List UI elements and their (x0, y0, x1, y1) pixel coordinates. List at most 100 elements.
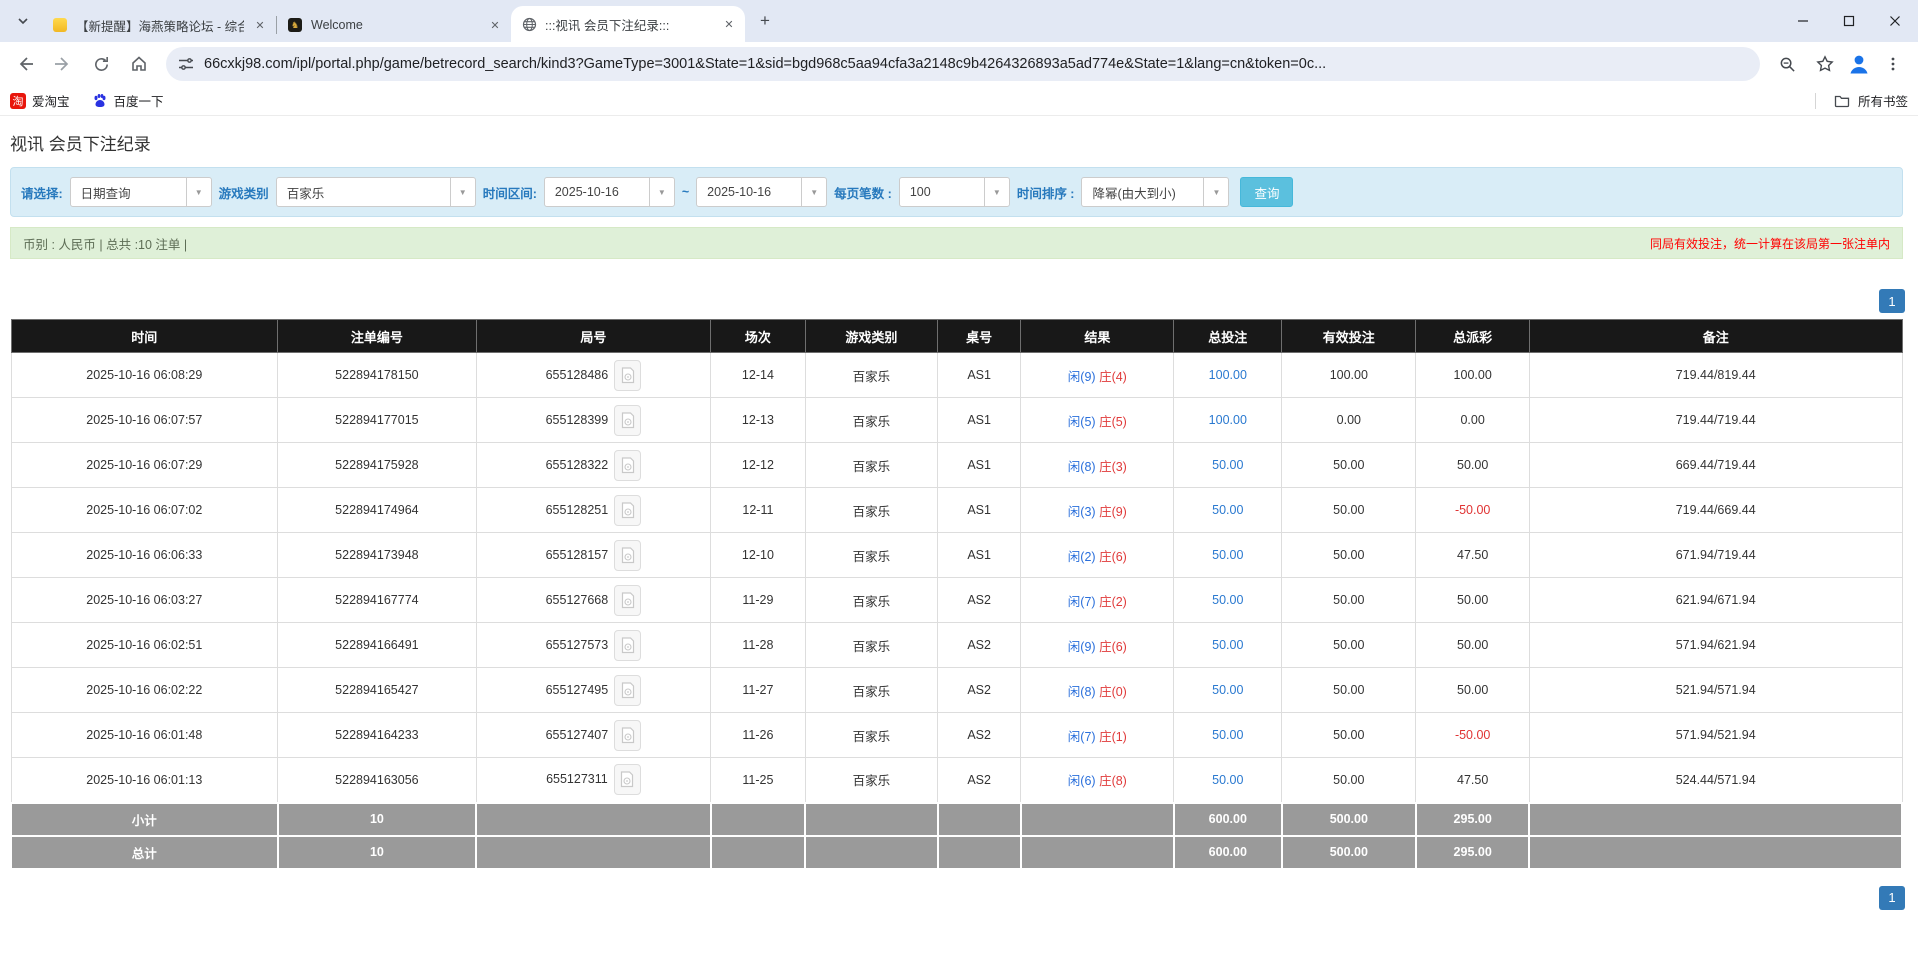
table-row: 2025-10-16 06:06:33522894173948655128157… (11, 533, 1902, 578)
tab-welcome[interactable]: ♞ Welcome ✕ (277, 8, 511, 42)
back-icon (16, 55, 34, 73)
url-bar[interactable]: 66cxkj98.com/ipl/portal.php/game/betreco… (166, 47, 1760, 81)
total-bet-link[interactable]: 50.00 (1212, 683, 1243, 697)
page-number-button[interactable]: 1 (1879, 886, 1905, 910)
minimize-button[interactable] (1780, 0, 1826, 42)
cell-remark: 671.94/719.44 (1529, 533, 1902, 578)
close-icon[interactable]: ✕ (487, 17, 503, 33)
page-content: 视讯 会员下注纪录 请选择: 日期查询 ▼ 游戏类别 百家乐 ▼ 时间区间: 2… (0, 130, 1918, 910)
bookmark-aitaobao[interactable]: 淘 爱淘宝 (10, 91, 70, 110)
cell-round-no: 655128486 (476, 353, 710, 398)
video-replay-button[interactable] (614, 585, 641, 616)
cell-total-bet: 50.00 (1174, 713, 1282, 758)
close-icon[interactable]: ✕ (721, 16, 737, 32)
home-button[interactable] (122, 47, 156, 81)
forward-button[interactable] (46, 47, 80, 81)
cell-game-category: 百家乐 (805, 713, 937, 758)
cell-round-no: 655128251 (476, 488, 710, 533)
divider (1815, 93, 1816, 109)
result-player: 闲(7) (1068, 730, 1096, 744)
page-size-select[interactable]: 100 ▼ (899, 177, 1010, 207)
video-replay-button[interactable] (614, 540, 641, 571)
tab-bet-record[interactable]: :::视讯 会员下注纪录::: ✕ (511, 6, 745, 42)
cell-bet-no: 522894173948 (278, 533, 477, 578)
total-bet-link[interactable]: 100.00 (1209, 368, 1247, 382)
grand-total-payout: 295.00 (1416, 836, 1529, 869)
total-bet-link[interactable]: 50.00 (1212, 548, 1243, 562)
cell-bet-no: 522894174964 (278, 488, 477, 533)
cell-bet-no: 522894178150 (278, 353, 477, 398)
tab-search-button[interactable] (8, 6, 38, 36)
total-bet-link[interactable]: 50.00 (1212, 593, 1243, 607)
maximize-button[interactable] (1826, 0, 1872, 42)
close-window-button[interactable] (1872, 0, 1918, 42)
video-replay-button[interactable] (614, 675, 641, 706)
game-category-select[interactable]: 百家乐 ▼ (276, 177, 476, 207)
cell-remark: 719.44/819.44 (1529, 353, 1902, 398)
video-replay-button[interactable] (614, 495, 641, 526)
cell-table-no: AS1 (938, 398, 1021, 443)
mail-yellow-icon (52, 17, 68, 33)
header-bet-no: 注单编号 (278, 320, 477, 353)
table-row: 2025-10-16 06:07:02522894174964655128251… (11, 488, 1902, 533)
result-banker: 庄(2) (1099, 595, 1127, 609)
tab-forum[interactable]: 【新提醒】海燕策略论坛 - 综合 ✕ (42, 8, 276, 42)
total-bet-link[interactable]: 50.00 (1212, 728, 1243, 742)
cell-round-no: 655127311 (476, 758, 710, 803)
video-replay-button[interactable] (614, 450, 641, 481)
page-number-button[interactable]: 1 (1879, 289, 1905, 313)
all-bookmarks[interactable]: 所有书签 (1815, 91, 1908, 110)
result-banker: 庄(9) (1099, 505, 1127, 519)
total-bet-link[interactable]: 100.00 (1209, 413, 1247, 427)
close-icon[interactable]: ✕ (252, 17, 268, 33)
total-bet-link[interactable]: 50.00 (1212, 638, 1243, 652)
video-replay-button[interactable] (614, 405, 641, 436)
cell-valid-bet: 0.00 (1282, 398, 1416, 443)
total-bet-link[interactable]: 50.00 (1212, 503, 1243, 517)
cell-round-no: 655128157 (476, 533, 710, 578)
cell-time: 2025-10-16 06:07:29 (11, 443, 278, 488)
time-sort-select[interactable]: 降幂(由大到小) ▼ (1081, 177, 1229, 207)
video-icon (621, 637, 635, 654)
menu-button[interactable] (1876, 47, 1910, 81)
date-to-select[interactable]: 2025-10-16 ▼ (696, 177, 827, 207)
cell-time: 2025-10-16 06:02:22 (11, 668, 278, 713)
cell-table-no: AS1 (938, 443, 1021, 488)
grand-total-row: 总计 10 600.00 500.00 295.00 (11, 836, 1902, 869)
date-from-select[interactable]: 2025-10-16 ▼ (544, 177, 675, 207)
window-controls (1780, 0, 1918, 42)
cell-result: 闲(9) 庄(4) (1021, 353, 1174, 398)
query-type-select[interactable]: 日期查询 ▼ (70, 177, 212, 207)
pagination-top: 1 (10, 289, 1905, 313)
valid-bet-note: 同局有效投注，统一计算在该局第一张注单内 (1650, 235, 1890, 252)
new-tab-button[interactable]: + (751, 7, 779, 35)
browser-toolbar: 66cxkj98.com/ipl/portal.php/game/betreco… (0, 42, 1918, 86)
total-bet-link[interactable]: 50.00 (1212, 773, 1243, 787)
bookmark-star-button[interactable] (1808, 47, 1842, 81)
total-bet-link[interactable]: 50.00 (1212, 458, 1243, 472)
profile-avatar[interactable] (1846, 51, 1872, 77)
cell-time: 2025-10-16 06:07:57 (11, 398, 278, 443)
table-row: 2025-10-16 06:02:22522894165427655127495… (11, 668, 1902, 713)
zoom-button[interactable] (1770, 47, 1804, 81)
chevron-down-icon: ▼ (1203, 178, 1228, 206)
video-replay-button[interactable] (614, 360, 641, 391)
video-replay-button[interactable] (614, 630, 641, 661)
dark-app-icon: ♞ (287, 17, 303, 33)
subtotal-payout: 295.00 (1416, 803, 1529, 836)
cell-time: 2025-10-16 06:03:27 (11, 578, 278, 623)
grand-total-label: 总计 (11, 836, 278, 869)
maximize-icon (1843, 15, 1855, 27)
video-icon (621, 727, 635, 744)
video-replay-button[interactable] (614, 720, 641, 751)
video-icon (620, 771, 634, 788)
cell-total-bet: 50.00 (1174, 623, 1282, 668)
search-button[interactable]: 查询 (1240, 177, 1293, 207)
cell-bet-no: 522894163056 (278, 758, 477, 803)
reload-button[interactable] (84, 47, 118, 81)
video-replay-button[interactable] (614, 764, 641, 795)
bookmark-baidu[interactable]: 百度一下 (92, 91, 164, 110)
result-banker: 庄(8) (1099, 774, 1127, 788)
result-banker: 庄(6) (1099, 550, 1127, 564)
back-button[interactable] (8, 47, 42, 81)
